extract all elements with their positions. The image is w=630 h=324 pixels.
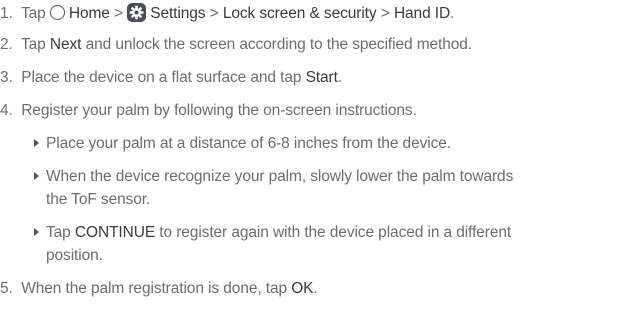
- bullet-item-2-continued: the ToF sensor.: [46, 191, 150, 209]
- step-number: 4.: [0, 102, 13, 119]
- step-text: Place the device on a flat surface and t…: [21, 69, 302, 86]
- settings-gear-icon: [127, 3, 147, 22]
- bullet-text: Place your palm at a distance of 6-8 inc…: [46, 135, 451, 152]
- home-label: Home: [68, 5, 110, 22]
- separator: >: [114, 5, 123, 22]
- step-number: 5.: [0, 280, 13, 297]
- period: .: [337, 69, 343, 86]
- bullet-text: When the device recognize your palm, slo…: [46, 168, 514, 185]
- step-3: 3. Place the device on a flat surface an…: [0, 69, 342, 87]
- triangle-bullet-icon: [34, 172, 39, 181]
- bullet-item-2: When the device recognize your palm, slo…: [34, 168, 513, 186]
- triangle-bullet-icon: [34, 228, 39, 237]
- step-2: 2. Tap Next and unlock the screen accord…: [0, 36, 472, 54]
- step-text: Register your palm by following the on-s…: [21, 102, 417, 119]
- home-circle-icon: [49, 5, 65, 20]
- bullet-text: position.: [46, 247, 103, 264]
- step-text: Tap: [20, 36, 46, 53]
- bullet-item-1: Place your palm at a distance of 6-8 inc…: [34, 135, 451, 153]
- step-4: 4. Register your palm by following the o…: [0, 102, 417, 120]
- hand-id-label: Hand ID: [393, 5, 451, 22]
- continue-label: CONTINUE: [74, 224, 156, 241]
- step-text: When the palm registration is done, tap: [21, 280, 287, 297]
- period: .: [313, 280, 318, 297]
- next-label: Next: [49, 36, 82, 53]
- bullet-text: to register again with the device placed…: [159, 224, 512, 241]
- step-number: 1.: [0, 5, 13, 22]
- ok-label: OK: [291, 280, 314, 297]
- separator: >: [209, 5, 219, 22]
- bullet-text: the ToF sensor.: [46, 191, 151, 208]
- start-label: Start: [305, 69, 338, 86]
- step-number: 3.: [0, 69, 13, 86]
- bullet-item-3: Tap CONTINUE to register again with the …: [34, 224, 511, 242]
- lock-screen-label: Lock screen & security: [222, 5, 377, 22]
- step-1: 1. Tap Home > Settings > Lock screen & s…: [0, 3, 454, 23]
- bullet-text: Tap: [46, 224, 71, 241]
- separator: >: [380, 5, 390, 22]
- step-number: 2.: [0, 36, 13, 53]
- instructions-document: 1. Tap Home > Settings > Lock screen & s…: [0, 0, 630, 324]
- step-text: and unlock the screen according to the s…: [85, 36, 473, 53]
- triangle-bullet-icon: [34, 139, 39, 148]
- settings-label: Settings: [150, 5, 206, 22]
- step-5: 5. When the palm registration is done, t…: [0, 280, 318, 298]
- period: .: [450, 5, 455, 22]
- step-text: Tap: [20, 5, 46, 22]
- bullet-item-3-continued: position.: [46, 247, 103, 265]
